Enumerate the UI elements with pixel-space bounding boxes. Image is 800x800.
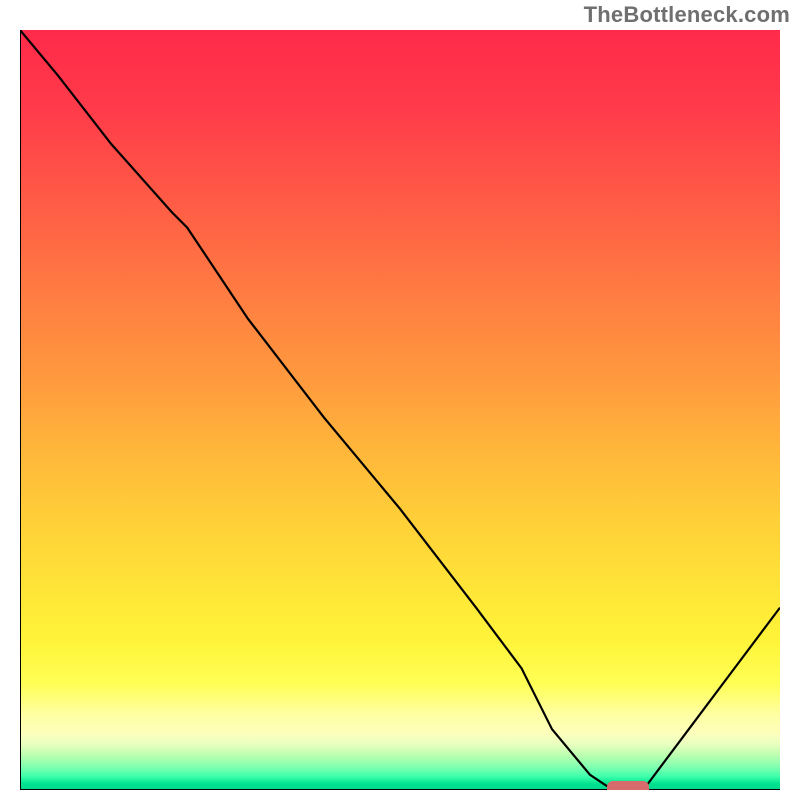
- plot-svg: [20, 30, 780, 790]
- chart-container: TheBottleneck.com: [0, 0, 800, 800]
- plot: [20, 30, 780, 790]
- bottleneck-curve: [20, 30, 780, 790]
- watermark-text: TheBottleneck.com: [584, 2, 790, 28]
- axes: [20, 30, 780, 790]
- optimal-marker: [607, 781, 649, 790]
